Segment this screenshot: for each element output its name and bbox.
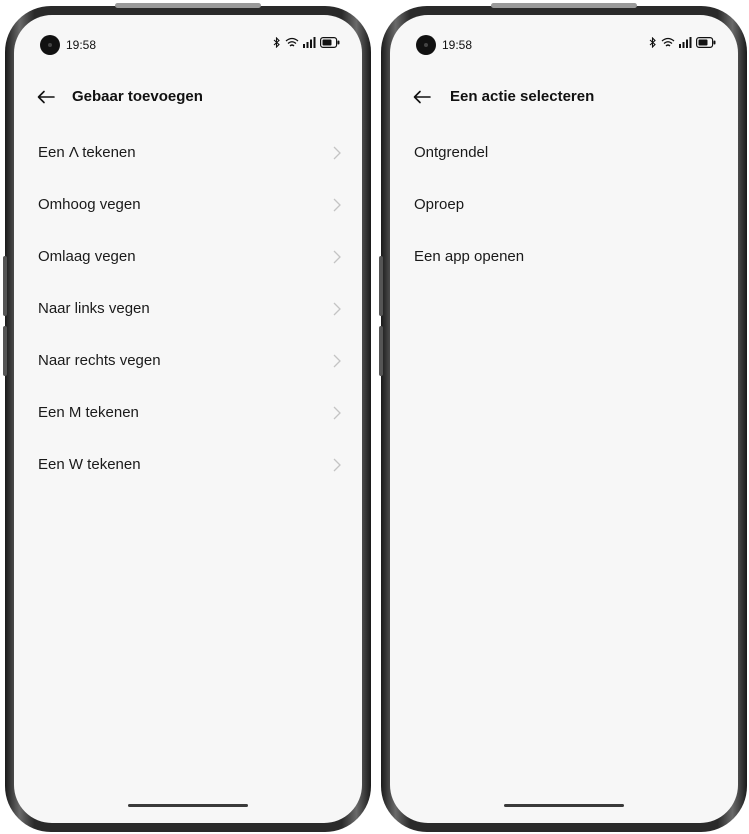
- list-item-draw-caret[interactable]: Een Λ tekenen: [14, 127, 362, 179]
- side-button: [379, 256, 383, 316]
- list-item-label: Oproep: [414, 196, 465, 213]
- front-camera: [40, 35, 60, 55]
- list-item-label: Omhoog vegen: [38, 196, 141, 213]
- screen-gesture-list: 19:58 Gebaar toevoegen Een Λ tekenen Omh…: [14, 15, 362, 823]
- list-item-swipe-left[interactable]: Naar links vegen: [14, 283, 362, 335]
- chevron-right-icon: [333, 198, 341, 212]
- chevron-right-icon: [333, 302, 341, 316]
- signal-icon: [679, 37, 692, 48]
- back-arrow-icon[interactable]: [36, 87, 56, 107]
- app-bar: Gebaar toevoegen: [14, 79, 362, 115]
- chevron-right-icon: [333, 458, 341, 472]
- list-item-label: Omlaag vegen: [38, 248, 136, 265]
- page-title: Gebaar toevoegen: [72, 88, 203, 105]
- status-bar: 19:58: [14, 15, 362, 55]
- signal-icon: [303, 37, 316, 48]
- status-time: 19:58: [66, 38, 97, 52]
- phone-left: 19:58 Gebaar toevoegen Een Λ tekenen Omh…: [3, 3, 371, 832]
- chevron-right-icon: [333, 406, 341, 420]
- status-time: 19:58: [442, 38, 473, 52]
- wifi-icon: [285, 37, 299, 47]
- chevron-right-icon: [333, 250, 341, 264]
- list-item-label: Een app openen: [414, 248, 525, 265]
- battery-icon: [696, 37, 716, 48]
- app-bar: Een actie selecteren: [390, 79, 738, 115]
- page-title: Een actie selecteren: [450, 88, 595, 105]
- chevron-right-icon: [333, 146, 341, 160]
- status-icons: [649, 37, 716, 48]
- wifi-icon: [661, 37, 675, 47]
- list-item-swipe-up[interactable]: Omhoog vegen: [14, 179, 362, 231]
- list-item-label: Een W tekenen: [38, 456, 141, 473]
- phone-right: 19:58 Een actie selecteren Ontgrendel Op…: [379, 3, 747, 832]
- status-bar: 19:58: [390, 15, 738, 55]
- home-indicator[interactable]: [504, 804, 624, 807]
- front-camera: [416, 35, 436, 55]
- list-item-label: Naar links vegen: [38, 300, 150, 317]
- list-item-label: Naar rechts vegen: [38, 352, 161, 369]
- screen-action-select: 19:58 Een actie selecteren Ontgrendel Op…: [390, 15, 738, 823]
- list-item-call[interactable]: Oproep: [390, 179, 738, 231]
- action-list: Ontgrendel Oproep Een app openen: [390, 127, 738, 283]
- side-button: [379, 326, 383, 376]
- list-item-label: Ontgrendel: [414, 144, 489, 161]
- bluetooth-icon: [273, 37, 280, 48]
- bluetooth-icon: [649, 37, 656, 48]
- chevron-right-icon: [333, 354, 341, 368]
- list-item-label: Een Λ tekenen: [38, 144, 136, 161]
- list-item-draw-w[interactable]: Een W tekenen: [14, 439, 362, 491]
- list-item-open-app[interactable]: Een app openen: [390, 231, 738, 283]
- back-arrow-icon[interactable]: [412, 87, 432, 107]
- list-item-swipe-right[interactable]: Naar rechts vegen: [14, 335, 362, 387]
- side-button: [3, 326, 7, 376]
- home-indicator[interactable]: [128, 804, 248, 807]
- battery-icon: [320, 37, 340, 48]
- list-item-unlock[interactable]: Ontgrendel: [390, 127, 738, 179]
- gesture-list: Een Λ tekenen Omhoog vegen Omlaag vegen …: [14, 127, 362, 491]
- list-item-label: Een M tekenen: [38, 404, 139, 421]
- list-item-draw-m[interactable]: Een M tekenen: [14, 387, 362, 439]
- status-icons: [273, 37, 340, 48]
- side-button: [3, 256, 7, 316]
- list-item-swipe-down[interactable]: Omlaag vegen: [14, 231, 362, 283]
